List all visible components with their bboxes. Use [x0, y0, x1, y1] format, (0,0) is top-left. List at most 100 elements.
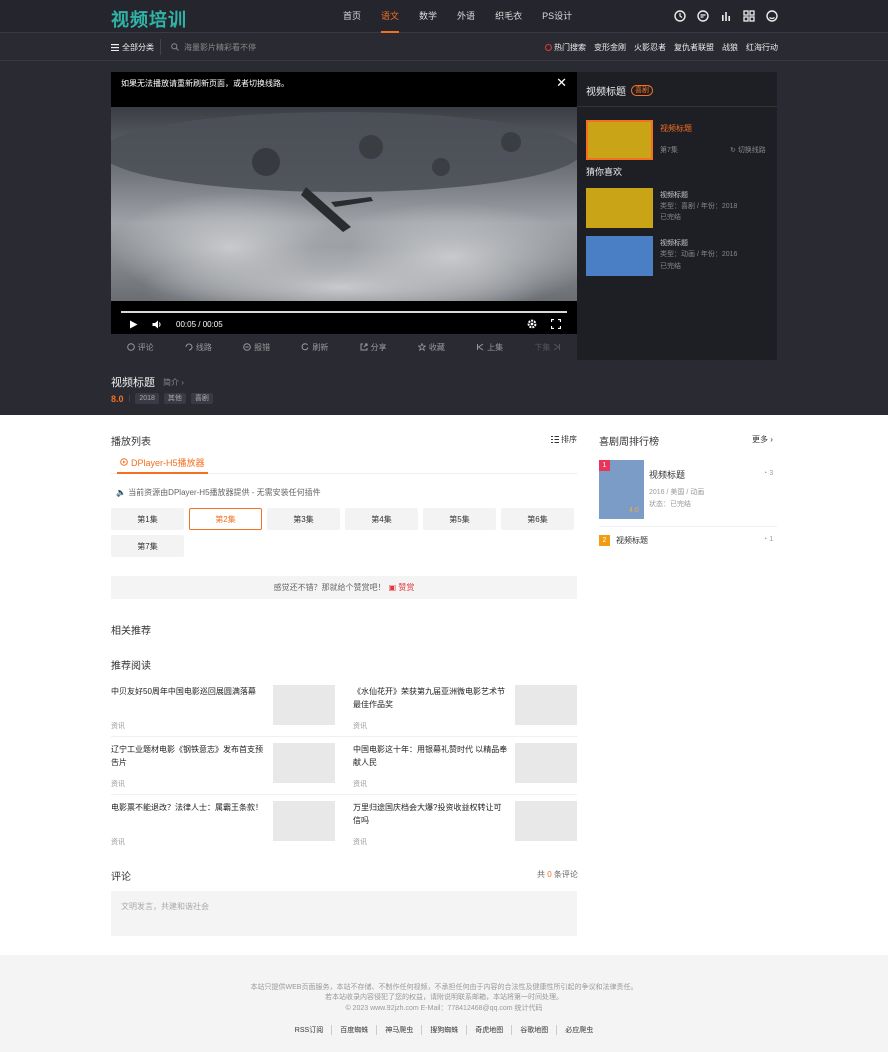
video-player[interactable]: 如果无法播放请重新刷新页面，或者切换线路。 ✕ 00:05 / 00:05 — [111, 72, 577, 334]
nav-item-chinese[interactable]: 语文 — [371, 0, 409, 33]
guess-item-title[interactable]: 视频标题 — [660, 190, 688, 201]
footer-link[interactable]: 必应爬虫 — [557, 1025, 601, 1035]
progress-bar[interactable] — [121, 311, 567, 313]
nav-item-knitting[interactable]: 织毛衣 — [485, 0, 532, 33]
article-item[interactable]: 电影票不能退改？法律人士：属霸王条款！ 资讯 — [111, 801, 335, 849]
article-title[interactable]: 辽宁工业题材电影《钢铁意志》发布首支预告片 — [111, 743, 266, 769]
grid-icon[interactable] — [743, 10, 755, 22]
article-item[interactable]: 辽宁工业题材电影《钢铁意志》发布首支预告片 资讯 — [111, 743, 335, 791]
comment-action[interactable]: 评论 — [126, 342, 154, 353]
article-category: 资讯 — [111, 723, 125, 730]
article-item[interactable]: 中国电影这十年：用银幕礼赞时代 以精品奉献人民 资讯 — [353, 743, 577, 791]
current-thumbnail[interactable] — [586, 120, 653, 160]
history-icon[interactable] — [674, 10, 686, 22]
episode-button[interactable]: 第3集 — [267, 508, 340, 530]
current-episode: 第7集 — [660, 147, 678, 154]
article-category: 资讯 — [111, 839, 125, 846]
region-tag[interactable]: 其他 — [163, 393, 186, 404]
footer-link[interactable]: 百度蜘蛛 — [332, 1025, 378, 1035]
switch-line-button[interactable]: ↻ 切换线路 — [730, 145, 766, 156]
nav-item-language[interactable]: 外语 — [447, 0, 485, 33]
article-item[interactable]: 中贝友好50周年中国电影巡回展圆满落幕 资讯 — [111, 685, 335, 733]
article-item[interactable]: 万里归途国庆档会大爆?投资收益权转让可信吗 资讯 — [353, 801, 577, 849]
hot-link[interactable]: 战狼 — [722, 42, 738, 53]
article-thumbnail[interactable] — [515, 801, 577, 841]
footer-link[interactable]: 神马爬虫 — [377, 1025, 423, 1035]
chart-icon[interactable] — [720, 10, 732, 22]
current-title[interactable]: 视频标题 — [660, 123, 692, 134]
episode-button[interactable]: 第5集 — [423, 508, 496, 530]
hot-link[interactable]: 火影忍者 — [634, 42, 666, 53]
report-action[interactable]: 报错 — [243, 342, 270, 353]
guess-item-title[interactable]: 视频标题 — [660, 238, 688, 249]
comment-textarea[interactable]: 文明发言，共建和谐社会 — [111, 891, 577, 936]
favorite-action[interactable]: 收藏 — [417, 342, 445, 353]
footer-links: RSS订阅 百度蜘蛛 神马爬虫 搜狗蜘蛛 奇虎地图 谷歌地图 必应爬虫 — [0, 1025, 888, 1035]
footer-copyright: © 2023 www.92jzh.com E-Mail：778412468@qq… — [345, 1005, 543, 1012]
article-title[interactable]: 中贝友好50周年中国电影巡回展圆满落幕 — [111, 685, 266, 698]
article-thumbnail[interactable] — [273, 801, 335, 841]
episode-button[interactable]: 第1集 — [111, 508, 184, 530]
ranking-item-title[interactable]: 视频标题 — [616, 535, 648, 546]
article-thumbnail[interactable] — [515, 685, 577, 725]
comment-count: 共 0 条评论 — [537, 870, 578, 879]
article-thumbnail[interactable] — [273, 743, 335, 783]
fullscreen-icon[interactable] — [551, 319, 561, 329]
next-episode-action[interactable]: 下集 — [534, 342, 561, 353]
footer-contact-note: 若本站收录内容侵犯了您的权益，请附说明联系邮箱，本站将第一时间处理。 — [325, 994, 563, 1001]
guess-thumbnail[interactable] — [586, 188, 653, 228]
article-title[interactable]: 《水仙花开》荣获第九届亚洲微电影艺术节最佳作品奖 — [353, 685, 508, 711]
ranking-more-link[interactable]: 更多 › — [752, 434, 773, 445]
article-title[interactable]: 万里归途国庆档会大爆?投资收益权转让可信吗 — [353, 801, 508, 827]
settings-icon[interactable] — [527, 319, 537, 329]
article-item[interactable]: 《水仙花开》荣获第九届亚洲微电影艺术节最佳作品奖 资讯 — [353, 685, 577, 733]
rank-number: 1 — [599, 460, 610, 471]
footer-link[interactable]: 奇虎地图 — [467, 1025, 513, 1035]
nav-item-math[interactable]: 数学 — [409, 0, 447, 33]
episode-button[interactable]: 第4集 — [345, 508, 418, 530]
play-icon[interactable] — [129, 320, 138, 329]
message-icon[interactable] — [697, 10, 709, 22]
nav-item-home[interactable]: 首页 — [333, 0, 371, 33]
article-title[interactable]: 中国电影这十年：用银幕礼赞时代 以精品奉献人民 — [353, 743, 508, 769]
ranking-item-title[interactable]: 视频标题 — [649, 468, 685, 481]
close-icon[interactable]: ✕ — [556, 75, 567, 91]
hot-link[interactable]: 变形金刚 — [594, 42, 626, 53]
refresh-action[interactable]: 刷新 — [301, 342, 328, 353]
report-icon — [243, 343, 251, 351]
hot-link[interactable]: 红海行动 — [746, 42, 778, 53]
article-thumbnail[interactable] — [273, 685, 335, 725]
share-action[interactable]: 分享 — [360, 342, 387, 353]
video-info-title: 视频标题 简介 › — [111, 377, 184, 389]
guess-thumbnail[interactable] — [586, 236, 653, 276]
genre-badge: 喜剧 — [631, 85, 653, 96]
sort-button[interactable]: 排序 — [551, 434, 577, 445]
nav-item-ps[interactable]: PS设计 — [532, 0, 582, 33]
footer-link[interactable]: 谷歌地图 — [512, 1025, 558, 1035]
episode-button[interactable]: 第7集 — [111, 535, 184, 557]
site-logo[interactable]: 视频培训 — [111, 6, 187, 32]
prev-episode-action[interactable]: 上集 — [476, 342, 503, 353]
footer-link[interactable]: RSS订阅 — [287, 1025, 333, 1035]
hot-link[interactable]: 复仇者联盟 — [674, 42, 714, 53]
article-thumbnail[interactable] — [515, 743, 577, 783]
search-box[interactable]: 海量影片精彩看不停 — [160, 39, 360, 55]
search-input[interactable]: 海量影片精彩看不停 — [184, 42, 256, 53]
article-category: 资讯 — [353, 839, 367, 846]
episode-button[interactable]: 第6集 — [501, 508, 574, 530]
footer-link[interactable]: 搜狗蜘蛛 — [422, 1025, 468, 1035]
source-tabs: DPlayer-H5播放器 — [111, 452, 577, 474]
menu-icon — [111, 44, 119, 51]
all-categories-button[interactable]: 全部分类 — [111, 42, 154, 53]
donate-link[interactable]: ▣ 赞赏 — [389, 582, 415, 593]
source-tab-dplayer[interactable]: DPlayer-H5播放器 — [117, 452, 208, 474]
year-tag[interactable]: 2018 — [135, 393, 159, 404]
line-action[interactable]: 线路 — [185, 342, 212, 353]
user-icon[interactable] — [766, 10, 778, 22]
article-title[interactable]: 电影票不能退改？法律人士：属霸王条款！ — [111, 801, 266, 814]
intro-link[interactable]: 简介 › — [163, 377, 184, 388]
volume-icon[interactable] — [152, 320, 162, 329]
video-frame[interactable] — [111, 107, 577, 301]
episode-button[interactable]: 第2集 — [189, 508, 262, 530]
genre-tag[interactable]: 喜剧 — [190, 393, 213, 404]
